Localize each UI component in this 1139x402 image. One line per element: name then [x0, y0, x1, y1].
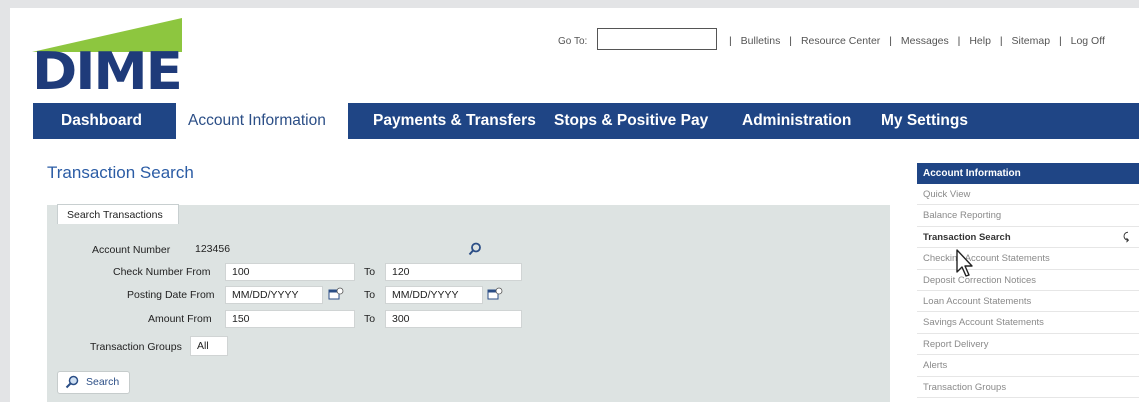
amount-label: Amount From: [148, 313, 212, 325]
separator: |: [889, 35, 892, 47]
sidebar-item-transaction-search[interactable]: Transaction Search ⤹: [917, 226, 1139, 249]
tab-search-transactions[interactable]: Search Transactions: [57, 204, 179, 224]
logo-text: DIME: [32, 42, 183, 102]
sidebar-item-deposit-correction-notices[interactable]: Deposit Correction Notices: [917, 269, 1139, 291]
search-icon: [65, 375, 79, 397]
link-log-off[interactable]: Log Off: [1071, 35, 1105, 47]
mouse-pointer-icon: [956, 249, 973, 277]
amount-to-label: To: [364, 313, 376, 325]
link-help[interactable]: Help: [969, 35, 991, 47]
search-button-label: Search: [86, 376, 120, 388]
lookup-magnifier-icon[interactable]: [468, 242, 482, 258]
account-number-field[interactable]: 123456: [195, 241, 485, 259]
tab-dashboard[interactable]: Dashboard: [33, 103, 176, 139]
amount-to-field[interactable]: 300: [385, 310, 522, 328]
dime-logo[interactable]: DIME: [32, 16, 183, 102]
tab-my-settings[interactable]: My Settings: [881, 103, 968, 139]
app-window: DIME Go To: | Bulletins | Resource Cente…: [10, 8, 1139, 402]
separator: |: [1058, 35, 1062, 47]
page-title: Transaction Search: [47, 163, 194, 182]
sidebar-item-checking-account-statements[interactable]: Checking Account Statements: [917, 248, 1139, 270]
link-bulletins[interactable]: Bulletins: [741, 35, 781, 47]
separator: |: [789, 35, 793, 47]
sidebar-item-transaction-groups[interactable]: Transaction Groups: [917, 376, 1139, 398]
posting-date-to-label: To: [364, 289, 376, 301]
tab-payments-transfers[interactable]: Payments & Transfers: [373, 103, 536, 139]
tab-account-information[interactable]: Account Information: [176, 103, 348, 139]
sidebar-item-report-delivery[interactable]: Report Delivery: [917, 333, 1139, 356]
sidebar-item-label: Transaction Search: [923, 231, 1011, 243]
top-links: | Bulletins | Resource Center | Messages…: [723, 35, 1105, 47]
account-number-label: Account Number: [92, 244, 171, 256]
check-number-to-label: To: [364, 266, 376, 278]
sidebar-item-loan-account-statements[interactable]: Loan Account Statements: [917, 290, 1139, 313]
posting-date-to-field[interactable]: MM/DD/YYYY: [385, 286, 483, 304]
sidebar-item-quick-view[interactable]: Quick View: [917, 184, 1139, 206]
goto-input[interactable]: [597, 28, 717, 50]
sidebar-item-balance-reporting[interactable]: Balance Reporting: [917, 205, 1139, 227]
sidebar-item-alerts[interactable]: Alerts: [917, 355, 1139, 377]
main-nav: Dashboard Account Information Payments &…: [33, 103, 1139, 139]
check-number-label: Check Number From: [113, 266, 211, 278]
link-resource-center[interactable]: Resource Center: [801, 35, 880, 47]
sidebar-heading: Account Information: [917, 163, 1139, 184]
loading-spinner-icon: ⤹: [1123, 231, 1129, 243]
link-messages[interactable]: Messages: [901, 35, 949, 47]
check-number-from-field[interactable]: 100: [225, 263, 355, 281]
transaction-groups-label: Transaction Groups: [90, 341, 182, 353]
tab-stops-positive-pay[interactable]: Stops & Positive Pay: [554, 103, 708, 139]
search-button[interactable]: Search: [57, 371, 130, 394]
posting-date-label: Posting Date From: [127, 289, 215, 301]
posting-date-from-field[interactable]: MM/DD/YYYY: [225, 286, 323, 304]
account-information-sidebar: Account Information Quick View Balance R…: [917, 163, 1139, 398]
separator: |: [957, 35, 961, 47]
link-sitemap[interactable]: Sitemap: [1012, 35, 1051, 47]
separator: |: [999, 35, 1003, 47]
check-number-to-field[interactable]: 120: [385, 263, 522, 281]
calendar-icon[interactable]: [328, 287, 344, 303]
transaction-groups-select[interactable]: All: [190, 336, 228, 356]
separator: |: [729, 35, 732, 47]
amount-from-field[interactable]: 150: [225, 310, 355, 328]
sidebar-item-savings-account-statements[interactable]: Savings Account Statements: [917, 312, 1139, 334]
calendar-icon[interactable]: [487, 287, 503, 303]
goto-label: Go To:: [558, 36, 588, 47]
tab-administration[interactable]: Administration: [742, 103, 851, 139]
